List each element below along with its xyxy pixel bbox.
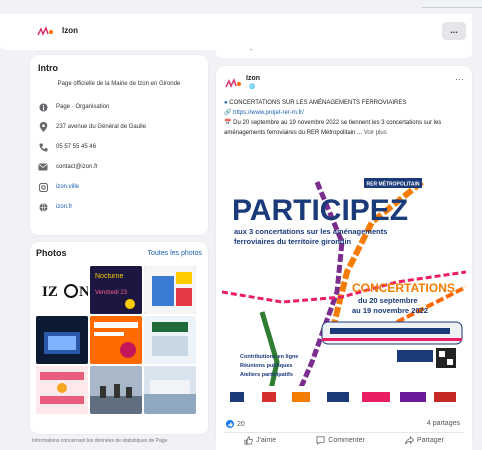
comment-button[interactable]: Commenter <box>316 436 365 445</box>
intro-phone: 05 57 55 45 46 <box>38 137 200 157</box>
photo-tile[interactable] <box>36 366 88 414</box>
intro-instagram[interactable]: izon.ville <box>38 177 200 197</box>
poster-bullet-1: Contributions en ligne <box>240 354 298 360</box>
photo-grid: IZ N Nocturne Vendredi 23 <box>36 266 202 414</box>
shares-count[interactable]: 4 partages <box>427 420 460 427</box>
more-options-button[interactable]: ... <box>442 22 466 40</box>
thumbs-up-icon <box>244 436 253 445</box>
poster-subtitle-1: aux 3 concertations sur les aménagements <box>234 227 387 236</box>
actions-divider <box>224 432 464 433</box>
top-divider <box>422 7 482 8</box>
intro-card: Intro Page officielle de la Mairie de Iz… <box>30 55 208 235</box>
photo-tile[interactable] <box>36 316 88 364</box>
poster-subtitle-2: ferroviaires du territoire girondin <box>234 237 352 246</box>
like-label: J'aime <box>256 437 277 444</box>
intro-address-text: 237 avenue du Général de Gaulle <box>56 124 147 130</box>
location-pin-icon <box>38 122 48 132</box>
photo-tile[interactable] <box>144 266 196 314</box>
photo-tile[interactable] <box>90 366 142 414</box>
intro-phone-text: 05 57 55 45 46 <box>56 144 97 150</box>
post-headline-text: CONCERTATIONS SUR LES AMÉNAGEMENTS FERRO… <box>229 100 407 106</box>
intro-website[interactable]: izon.fr <box>38 197 200 217</box>
svg-text:Nocturne: Nocturne <box>95 273 124 280</box>
instagram-icon <box>38 182 48 192</box>
post-more-button[interactable]: ··· <box>455 74 464 84</box>
poster-bullet-2: Réunions publiques <box>240 363 293 369</box>
intro-website-link[interactable]: izon.fr <box>56 204 72 210</box>
page-name[interactable]: Izon <box>62 26 78 35</box>
share-label: Partager <box>417 437 444 444</box>
see-more-link[interactable]: Voir plus <box>364 130 387 136</box>
post-actions: J'aime Commenter Partager <box>224 436 464 445</box>
poster-banner: RER MÉTROPOLITAIN <box>367 180 420 188</box>
post-body-text: Du 20 septembre au 19 novembre 2022 se t… <box>224 120 442 136</box>
like-reaction-icon <box>226 420 234 428</box>
photo-tile[interactable] <box>90 316 142 364</box>
post-body: 📅 Du 20 septembre au 19 novembre 2022 se… <box>224 120 442 136</box>
photo-tile[interactable] <box>144 366 196 414</box>
poster-dates-1: du 20 septembre <box>358 296 418 305</box>
izon-logo-icon[interactable] <box>36 26 54 38</box>
poster-bullet-3: Ateliers participatifs <box>240 372 293 378</box>
photos-card: Photos Toutes les photos IZ N Nocturne Ven… <box>30 242 208 434</box>
poster-dates-2: au 19 novembre 2022 <box>352 306 428 315</box>
post-header: Izon · 🌐 ··· <box>224 74 464 94</box>
poster-concertations-title: CONCERTATIONS <box>352 281 455 295</box>
photo-tile[interactable] <box>144 316 196 364</box>
info-icon <box>38 102 48 112</box>
share-button[interactable]: Partager <box>405 436 444 445</box>
stub-dot: • <box>250 48 253 54</box>
page-stats-note[interactable]: Informations concernant les données de s… <box>32 438 167 444</box>
post-engagement: 20 4 partages J'aime Commenter Partager <box>216 412 472 450</box>
likes-count: 20 <box>237 420 245 428</box>
intro-address: 237 avenue du Général de Gaulle <box>38 117 200 137</box>
post-card: Izon · 🌐 ··· ● CONCERTATIONS SUR LES AMÉ… <box>216 66 472 450</box>
svg-text:N: N <box>79 284 88 300</box>
top-bar <box>0 0 482 10</box>
post-author[interactable]: Izon <box>246 75 260 82</box>
like-button[interactable]: J'aime <box>244 436 276 445</box>
post-link-row: 🔗 https://www.projet-rer-m.fr/ <box>224 110 304 116</box>
share-icon <box>405 436 415 445</box>
post-text: ● CONCERTATIONS SUR LES AMÉNAGEMENTS FER… <box>224 98 464 138</box>
comment-icon <box>316 436 325 445</box>
globe-icon <box>38 202 48 212</box>
phone-icon <box>38 142 48 152</box>
comment-label: Commenter <box>328 437 365 444</box>
intro-instagram-link[interactable]: izon.ville <box>56 184 79 190</box>
email-icon <box>38 162 48 172</box>
svg-text:IZ: IZ <box>42 284 58 300</box>
intro-category: Page · Organisation <box>38 97 200 117</box>
see-all-photos-link[interactable]: Toutes les photos <box>148 250 202 257</box>
svg-text:Vendredi 23: Vendredi 23 <box>95 290 128 296</box>
photo-tile[interactable]: Nocturne Vendredi 23 <box>90 266 142 314</box>
photo-tile[interactable]: IZ N <box>36 266 88 314</box>
post-image[interactable]: RER MÉTROPOLITAIN PARTICIPEZ aux 3 conce… <box>222 162 466 450</box>
photos-title: Photos <box>36 248 67 258</box>
likes-summary[interactable]: 20 <box>226 420 245 428</box>
post-meta: · 🌐 <box>246 84 256 90</box>
izon-logo-icon[interactable] <box>224 78 242 90</box>
intro-category-text: Page · Organisation <box>56 104 110 110</box>
intro-description: Page officielle de la Mairie de Izon en … <box>57 81 181 87</box>
intro-title: Intro <box>38 63 58 73</box>
poster-title: PARTICIPEZ <box>232 194 408 227</box>
post-link[interactable]: https://www.projet-rer-m.fr/ <box>233 110 304 116</box>
intro-email: contact@izon.fr <box>38 157 200 177</box>
previous-post-stub: • <box>216 45 472 58</box>
intro-email-text: contact@izon.fr <box>56 164 98 170</box>
post-headline: ● CONCERTATIONS SUR LES AMÉNAGEMENTS FER… <box>224 100 407 106</box>
